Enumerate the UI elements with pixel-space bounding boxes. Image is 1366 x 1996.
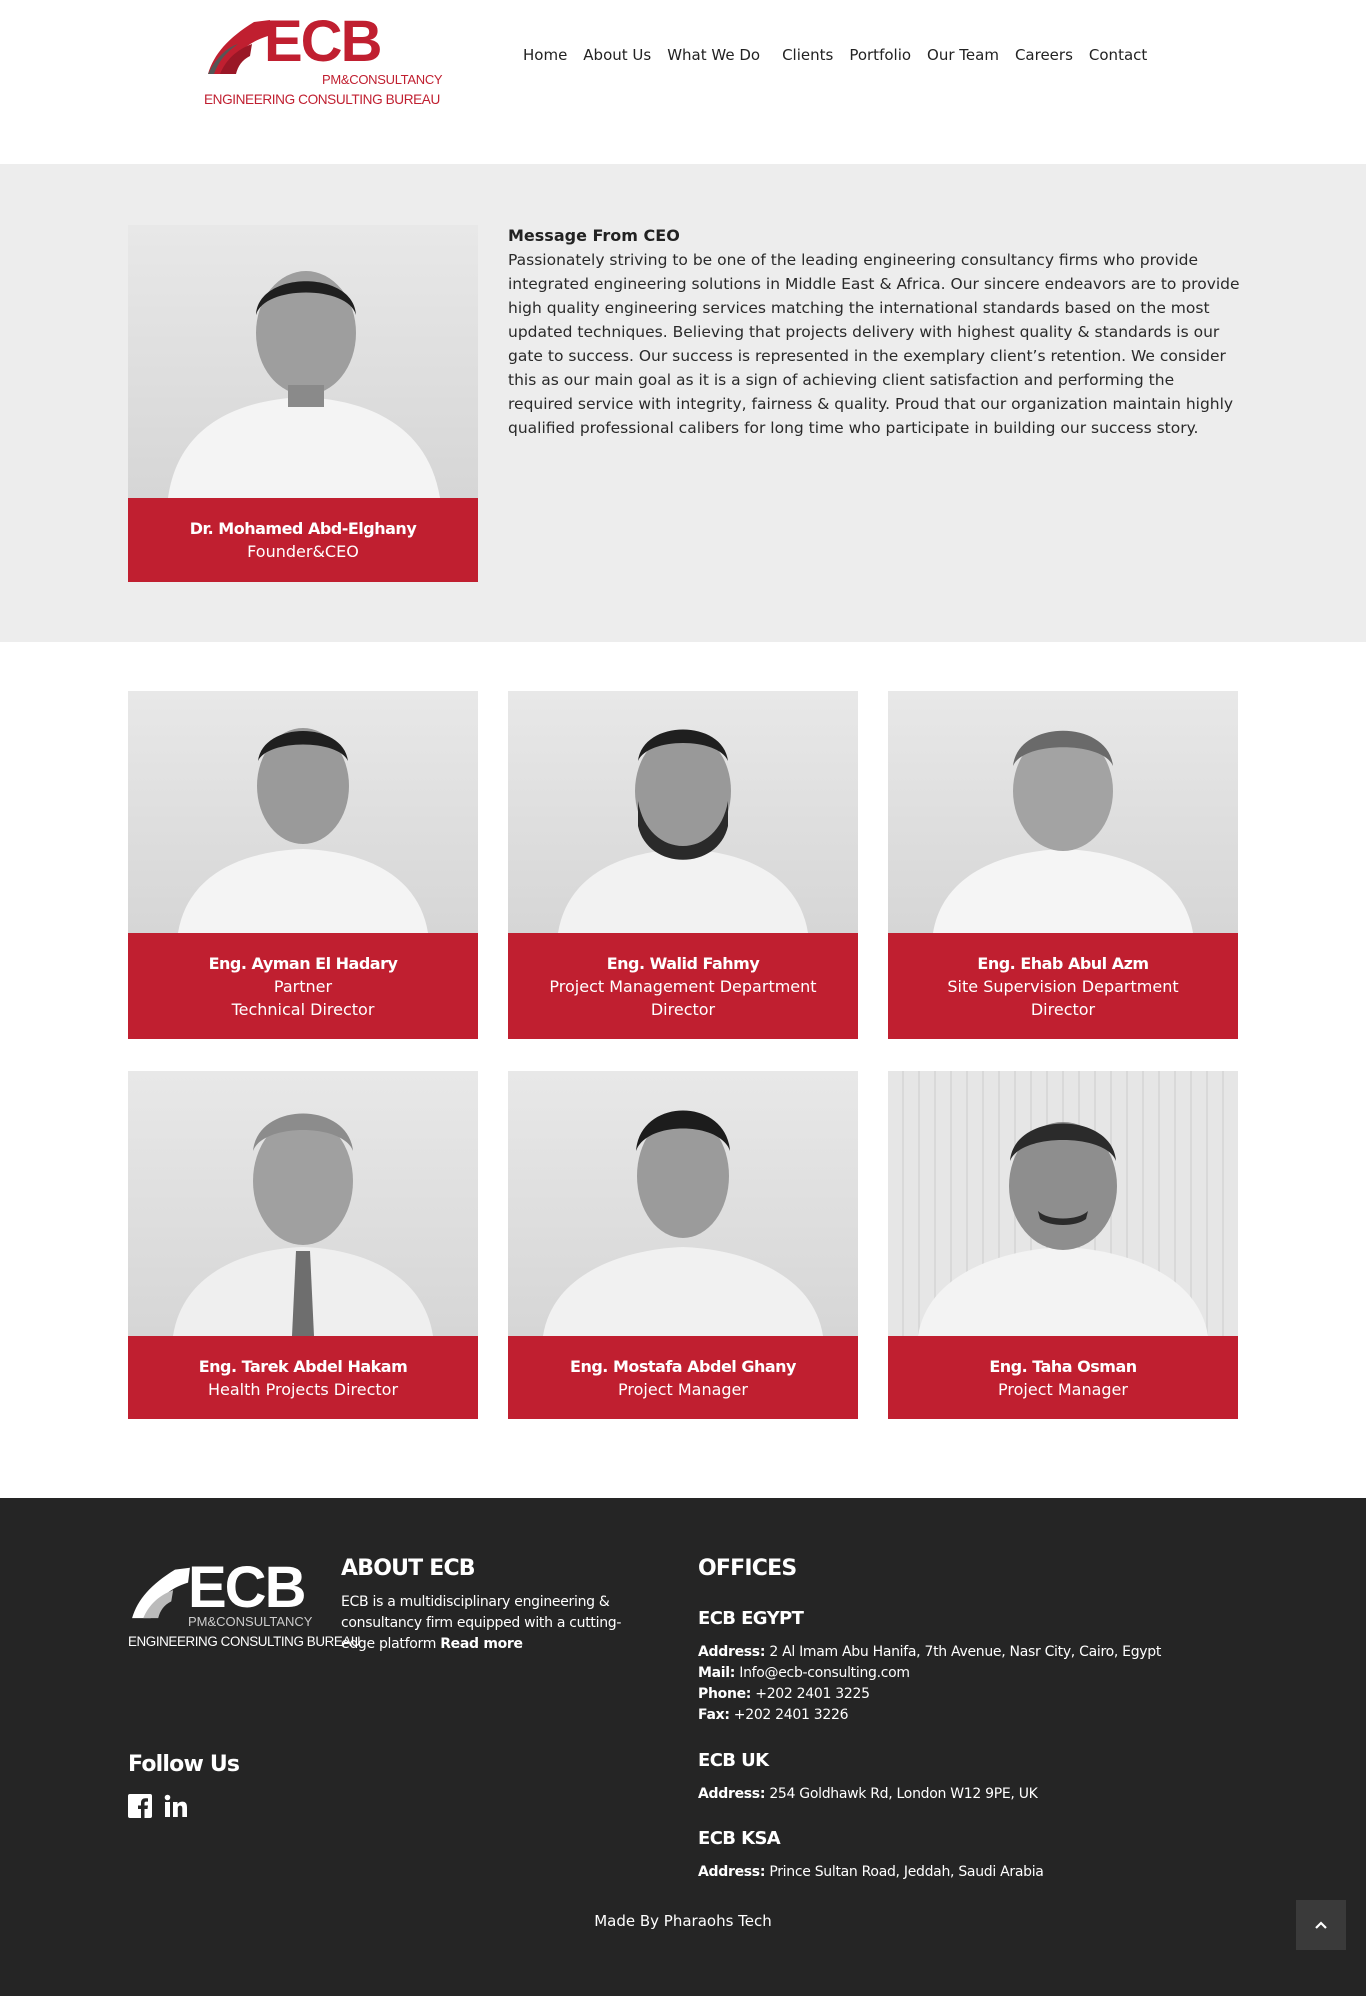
nav-contact[interactable]: Contact (1089, 46, 1147, 64)
office-egypt-mail: Mail: Info@ecb-consulting.com (698, 1665, 910, 1681)
team-photo (888, 691, 1238, 933)
member-role: Project Manager (618, 1379, 748, 1399)
team-photo (508, 1071, 858, 1336)
nav-our-team[interactable]: Our Team (927, 46, 999, 64)
site-footer: ECB PM&CONSULTANCY ENGINEERING CONSULTIN… (0, 1498, 1366, 1996)
nav-what-we-do[interactable]: What We Do (667, 46, 760, 64)
nav-home[interactable]: Home (523, 46, 567, 64)
team-namebar: Eng. Ehab Abul Azm Site Supervision Depa… (888, 933, 1238, 1039)
back-to-top-button[interactable] (1296, 1900, 1346, 1950)
nav-clients[interactable]: Clients (782, 46, 833, 64)
member-role: Health Projects Director (207, 1379, 399, 1399)
nav-portfolio[interactable]: Portfolio (849, 46, 911, 64)
team-namebar: Eng. Tarek Abdel Hakam Health Projects D… (128, 1336, 478, 1419)
team-card: Eng. Taha Osman Project Manager (888, 1071, 1238, 1419)
team-namebar: Eng. Mostafa Abdel Ghany Project Manager (508, 1336, 858, 1419)
ceo-card: Dr. Mohamed Abd-Elghany Founder&CEO (128, 225, 478, 582)
ceo-namebar: Dr. Mohamed Abd-Elghany Founder&CEO (128, 498, 478, 582)
ceo-section: Dr. Mohamed Abd-Elghany Founder&CEO Mess… (0, 164, 1366, 642)
footer-logo-tagline: ENGINEERING CONSULTING BUREAU (128, 1634, 361, 1649)
logo-mark-icon (208, 20, 270, 74)
team-namebar: Eng. Taha Osman Project Manager (888, 1336, 1238, 1419)
logo-tagline: ENGINEERING CONSULTING BUREAU (204, 92, 440, 107)
office-uk-address: Address: 254 Goldhawk Rd, London W12 9PE… (698, 1786, 1038, 1802)
team-photo (888, 1071, 1238, 1336)
nav-about-us[interactable]: About Us (583, 46, 651, 64)
office-ksa: ECB KSA Address: Prince Sultan Road, Jed… (698, 1828, 1044, 1883)
member-role-2: Director (1030, 999, 1096, 1019)
team-namebar: Eng. Ayman El Hadary Partner Technical D… (128, 933, 478, 1039)
offices-title: OFFICES (698, 1556, 797, 1581)
about-title: ABOUT ECB (341, 1556, 476, 1581)
office-ksa-title: ECB KSA (698, 1828, 781, 1849)
site-header: ECB PM&CONSULTANCY ENGINEERING CONSULTIN… (0, 0, 1366, 164)
office-egypt-fax: Fax: +202 2401 3226 (698, 1707, 849, 1723)
team-card: Eng. Ayman El Hadary Partner Technical D… (128, 691, 478, 1039)
team-namebar: Eng. Walid Fahmy Project Management Depa… (508, 933, 858, 1039)
team-photo (128, 1071, 478, 1336)
mail-link[interactable]: Info@ecb-consulting.com (739, 1665, 910, 1681)
footer-logo-wordmark: ECB (188, 1555, 306, 1620)
member-role: Site Supervision Department (947, 976, 1179, 996)
member-role-2: Director (650, 999, 716, 1019)
facebook-icon[interactable] (128, 1794, 152, 1818)
footer-logo-mark-icon (132, 1567, 190, 1619)
team-card: Eng. Walid Fahmy Project Management Depa… (508, 691, 858, 1039)
office-uk: ECB UK Address: 254 Goldhawk Rd, London … (698, 1750, 1038, 1805)
team-card: Eng. Tarek Abdel Hakam Health Projects D… (128, 1071, 478, 1419)
main-nav: Home About Us What We Do Clients Portfol… (523, 46, 1147, 64)
social-links (128, 1794, 188, 1818)
ceo-message-body: Passionately striving to be one of the l… (508, 251, 1240, 437)
member-name: Eng. Ehab Abul Azm (977, 953, 1149, 973)
member-name: Eng. Taha Osman (989, 1356, 1137, 1376)
ceo-message-heading: Message From CEO (508, 226, 680, 245)
ceo-photo (128, 225, 478, 498)
nav-careers[interactable]: Careers (1015, 46, 1073, 64)
member-role: Project Manager (998, 1379, 1128, 1399)
member-name: Eng. Tarek Abdel Hakam (198, 1356, 408, 1376)
member-name: Eng. Mostafa Abdel Ghany (570, 1356, 796, 1376)
ceo-name: Dr. Mohamed Abd-Elghany (189, 519, 417, 538)
member-role: Project Management Department (549, 976, 817, 996)
made-by: Made By Pharaohs Tech (594, 1912, 772, 1930)
office-egypt-address: Address: 2 Al Imam Abu Hanifa, 7th Avenu… (698, 1644, 1162, 1660)
member-name: Eng. Ayman El Hadary (208, 953, 398, 973)
ecb-logo[interactable]: ECB PM&CONSULTANCY ENGINEERING CONSULTIN… (204, 9, 443, 112)
office-uk-title: ECB UK (698, 1750, 769, 1771)
follow-title: Follow Us (128, 1752, 240, 1777)
footer-logo-subtitle: PM&CONSULTANCY (188, 1614, 313, 1629)
office-egypt-title: ECB EGYPT (698, 1608, 804, 1629)
about-text: ECB is a multidisciplinary engineering &… (341, 1592, 651, 1655)
team-card: Eng. Ehab Abul Azm Site Supervision Depa… (888, 691, 1238, 1039)
chevron-up-icon (1315, 1921, 1327, 1929)
office-egypt-phone: Phone: +202 2401 3225 (698, 1686, 870, 1702)
member-name: Eng. Walid Fahmy (606, 953, 760, 973)
member-role: Partner (273, 976, 333, 996)
team-photo (128, 691, 478, 933)
member-role-2: Technical Director (231, 999, 375, 1019)
office-egypt: ECB EGYPT Address: 2 Al Imam Abu Hanifa,… (698, 1608, 1161, 1726)
team-card: Eng. Mostafa Abdel Ghany Project Manager (508, 1071, 858, 1419)
linkedin-icon[interactable] (164, 1794, 188, 1818)
footer-logo[interactable]: ECB PM&CONSULTANCY ENGINEERING CONSULTIN… (128, 1555, 361, 1668)
ceo-role: Founder&CEO (247, 542, 359, 561)
office-ksa-address: Address: Prince Sultan Road, Jeddah, Sau… (698, 1864, 1044, 1880)
logo-wordmark: ECB (264, 9, 382, 74)
ceo-message: Message From CEO Passionately striving t… (508, 224, 1240, 440)
team-photo (508, 691, 858, 933)
read-more-link[interactable]: Read more (440, 1636, 523, 1652)
logo-subtitle: PM&CONSULTANCY (322, 72, 443, 87)
